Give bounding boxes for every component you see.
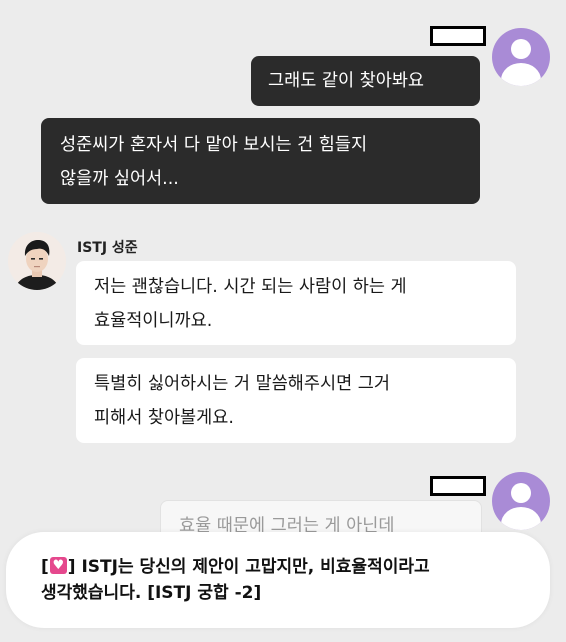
bot-message-2-line2: 피해서 찾아볼게요.: [94, 408, 234, 428]
user-message-2-line2: 않을까 싶어서...: [60, 169, 179, 189]
toast-line1: [] ISTJ는 당신의 제안이 고맙지만, 비효율적이라고: [41, 554, 550, 580]
broken-heart-icon: [49, 557, 67, 574]
user-message-1: 그래도 같이 찾아봐요: [251, 56, 480, 106]
toast-line2: 생각했습니다. [ISTJ 궁합 -2]: [41, 583, 262, 603]
toast-line1-text: ISTJ는 당신의 제안이 고맙지만, 비효율적이라고: [75, 557, 430, 577]
avatar-head-icon: [511, 39, 531, 59]
user-message-2-line1: 성준씨가 혼자서 다 맡아 보시는 건 힘들지: [60, 135, 368, 155]
redacted-username-top: [430, 26, 486, 46]
affinity-toast: [] ISTJ는 당신의 제안이 고맙지만, 비효율적이라고 생각했습니다. […: [6, 532, 550, 628]
toast-bracket-open: [: [41, 557, 49, 577]
user-message-2: 성준씨가 혼자서 다 맡아 보시는 건 힘들지 않을까 싶어서...: [41, 118, 480, 204]
toast-bracket-close: ]: [67, 557, 76, 577]
bot-name-label: ISTJ 성준: [77, 240, 138, 256]
user-avatar-bottom[interactable]: [492, 472, 550, 530]
avatar-body-icon: [501, 507, 541, 530]
bot-message-2: 특별히 싫어하시는 거 말씀해주시면 그거 피해서 찾아볼게요.: [76, 358, 516, 443]
bot-message-2-line1: 특별히 싫어하시는 거 말씀해주시면 그거: [94, 374, 390, 394]
bot-message-1-line1: 저는 괜찮습니다. 시간 되는 사람이 하는 게: [94, 277, 407, 297]
bot-message-1-line2: 효율적이니까요.: [94, 311, 213, 331]
user-message-1-text: 그래도 같이 찾아봐요: [268, 71, 425, 91]
bot-avatar[interactable]: [8, 232, 66, 290]
bot-message-1: 저는 괜찮습니다. 시간 되는 사람이 하는 게 효율적이니까요.: [76, 261, 516, 345]
user-avatar-top[interactable]: [492, 28, 550, 86]
redacted-username-bottom: [430, 476, 486, 496]
bot-portrait-icon: [8, 232, 66, 290]
avatar-body-icon: [501, 63, 541, 86]
avatar-head-icon: [511, 483, 531, 503]
